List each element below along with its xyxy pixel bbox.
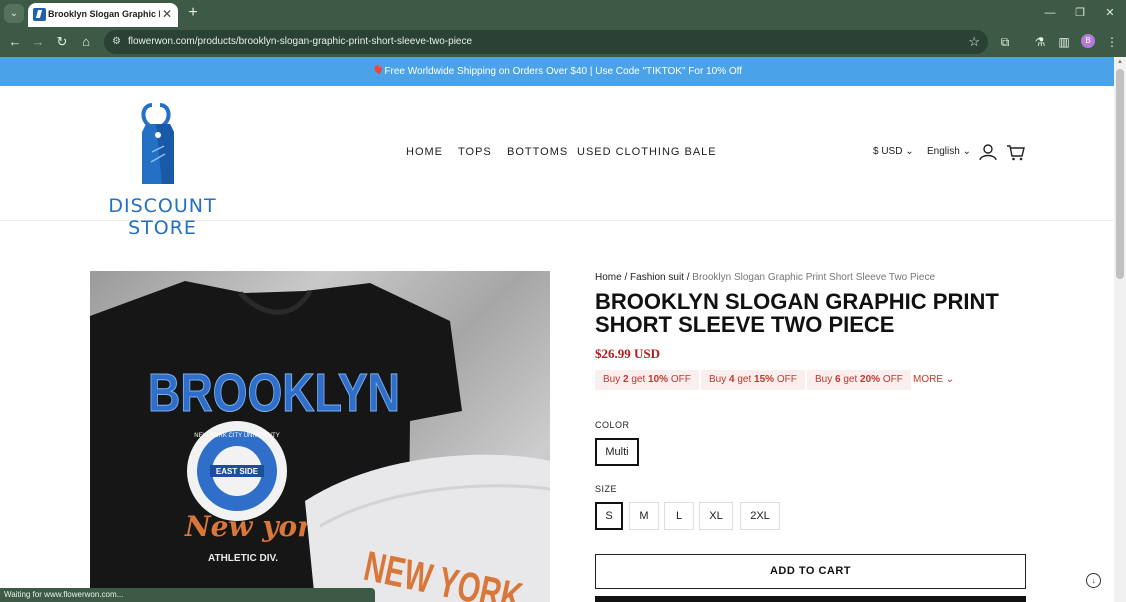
volume-discount-offer[interactable]: Buy 6 get 20% OFF	[807, 370, 911, 390]
breadcrumb-separator: /	[686, 272, 690, 283]
account-user-icon[interactable]	[978, 142, 998, 162]
announcement-bar: 🎈Free Worldwide Shipping on Orders Over …	[0, 57, 1114, 86]
url-text[interactable]: flowerwon.com/products/brooklyn-slogan-g…	[128, 36, 472, 47]
size-option-2xl[interactable]: 2XL	[740, 502, 780, 530]
more-label: MORE	[913, 374, 943, 385]
offer-text: Buy	[709, 374, 730, 385]
size-option-s[interactable]: S	[595, 502, 623, 530]
language-label: English	[927, 146, 960, 157]
reload-icon[interactable]: ↻	[53, 33, 71, 51]
add-to-cart-button[interactable]: ADD TO CART	[595, 554, 1026, 589]
offer-percent: 15%	[754, 374, 775, 385]
browser-tab-bar: ⌄ Brooklyn Slogan Graphic Print ✕ + — ❐ …	[0, 0, 1126, 27]
extensions-puzzle-icon[interactable]: ⧉	[996, 33, 1014, 51]
labs-flask-icon[interactable]: ⚗	[1031, 33, 1049, 51]
breadcrumb-home[interactable]: Home	[595, 272, 622, 283]
tab-title: Brooklyn Slogan Graphic Print	[48, 9, 160, 19]
address-bar[interactable]: ⚙ flowerwon.com/products/brooklyn-slogan…	[104, 30, 988, 54]
currency-selector[interactable]: $ USD ⌄	[873, 146, 914, 157]
price-tag-logo-icon	[141, 103, 174, 184]
size-option-m[interactable]: M	[629, 502, 659, 530]
color-option-multi[interactable]: Multi	[595, 438, 639, 466]
back-arrow-icon[interactable]: ←	[6, 33, 24, 51]
bookmark-star-icon[interactable]: ☆	[968, 34, 980, 50]
breadcrumb-current: Brooklyn Slogan Graphic Print Short Slee…	[692, 272, 936, 283]
language-selector[interactable]: English ⌄	[927, 146, 971, 157]
badge-east-side-text: EAST SIDE	[216, 467, 259, 476]
nav-bottoms[interactable]: BOTTOMS	[507, 146, 568, 158]
shirt-brooklyn-text: BROOKLYN	[148, 363, 400, 423]
tab-close-icon[interactable]: ✕	[160, 7, 174, 21]
size-label: SIZE	[595, 484, 618, 494]
nav-used-clothing-bale[interactable]: USED CLOTHING BALE	[577, 146, 717, 158]
volume-discount-offer[interactable]: Buy 2 get 10% OFF	[595, 370, 699, 390]
volume-discount-offer[interactable]: Buy 4 get 15% OFF	[701, 370, 805, 390]
currency-label: $ USD	[873, 146, 903, 157]
restore-icon[interactable]: ❐	[1068, 5, 1092, 21]
offer-percent: 10%	[648, 374, 669, 385]
cart-icon[interactable]	[1006, 142, 1026, 162]
site-header: DISCOUNT STORE HOME TOPS BOTTOMS USED CL…	[0, 86, 1114, 239]
side-panel-icon[interactable]: ▥	[1055, 33, 1073, 51]
scrollbar-thumb[interactable]	[1116, 69, 1124, 279]
size-option-l[interactable]: L	[664, 502, 694, 530]
home-icon[interactable]: ⌂	[77, 33, 95, 51]
page-scrollbar[interactable]: ▲	[1114, 57, 1126, 602]
offer-text: get	[628, 374, 649, 385]
offer-text: get	[840, 374, 861, 385]
browser-status-bar: Waiting for www.flowerwon.com...	[0, 588, 375, 602]
offer-text: Buy	[603, 374, 624, 385]
offer-text: Buy	[815, 374, 836, 385]
breadcrumb-separator: /	[624, 272, 628, 283]
nav-tops[interactable]: TOPS	[458, 146, 492, 158]
new-tab-plus-icon[interactable]: +	[184, 4, 202, 22]
buy-now-button[interactable]	[595, 596, 1026, 602]
site-favicon-icon	[33, 8, 46, 21]
menu-kebab-icon[interactable]: ⋮	[1103, 33, 1121, 51]
forward-arrow-icon[interactable]: →	[29, 33, 47, 51]
window-close-icon[interactable]: ✕	[1098, 5, 1122, 21]
offer-text: OFF	[774, 374, 797, 385]
browser-toolbar: ← → ↻ ⌂ ⚙ flowerwon.com/products/brookly…	[0, 27, 1126, 57]
profile-avatar[interactable]: B	[1081, 34, 1095, 48]
athletic-div-text: ATHLETIC DIV.	[208, 553, 278, 564]
nav-home[interactable]: HOME	[406, 146, 443, 158]
chat-widget-icon[interactable]: ↓	[1086, 573, 1101, 588]
breadcrumb: Home / Fashion suit / Brooklyn Slogan Gr…	[595, 272, 935, 283]
product-photo: BROOKLYN EAST SIDE NEW YORK CITY UNIVERS…	[90, 281, 550, 602]
offer-text: OFF	[668, 374, 691, 385]
color-label: COLOR	[595, 420, 630, 430]
chevron-down-icon: ⌄	[962, 146, 971, 157]
browser-tab-active[interactable]: Brooklyn Slogan Graphic Print ✕	[28, 3, 178, 27]
offer-text: get	[734, 374, 755, 385]
product-image[interactable]: BROOKLYN EAST SIDE NEW YORK CITY UNIVERS…	[90, 271, 550, 602]
breadcrumb-category[interactable]: Fashion suit	[630, 272, 684, 283]
chevron-down-icon: ⌄	[945, 374, 955, 385]
badge-ring-text: NEW YORK CITY UNIVERSITY	[194, 433, 279, 439]
logo-text: DISCOUNT STORE	[108, 195, 217, 239]
site-info-icon[interactable]: ⚙	[110, 35, 123, 48]
product-price: $26.99 USD	[595, 346, 661, 361]
tab-list-chevron-icon[interactable]: ⌄	[4, 4, 24, 23]
offer-text: OFF	[880, 374, 903, 385]
size-option-xl[interactable]: XL	[699, 502, 733, 530]
store-logo[interactable]: DISCOUNT STORE	[90, 102, 235, 239]
more-offers-button[interactable]: MORE ⌄	[913, 374, 954, 385]
minimize-icon[interactable]: —	[1038, 5, 1062, 21]
chevron-down-icon: ⌄	[905, 146, 914, 157]
product-title: BROOKLYN SLOGAN GRAPHIC PRINT SHORT SLEE…	[595, 289, 999, 337]
scroll-up-arrow-icon[interactable]: ▲	[1117, 59, 1123, 65]
offer-percent: 20%	[860, 374, 881, 385]
